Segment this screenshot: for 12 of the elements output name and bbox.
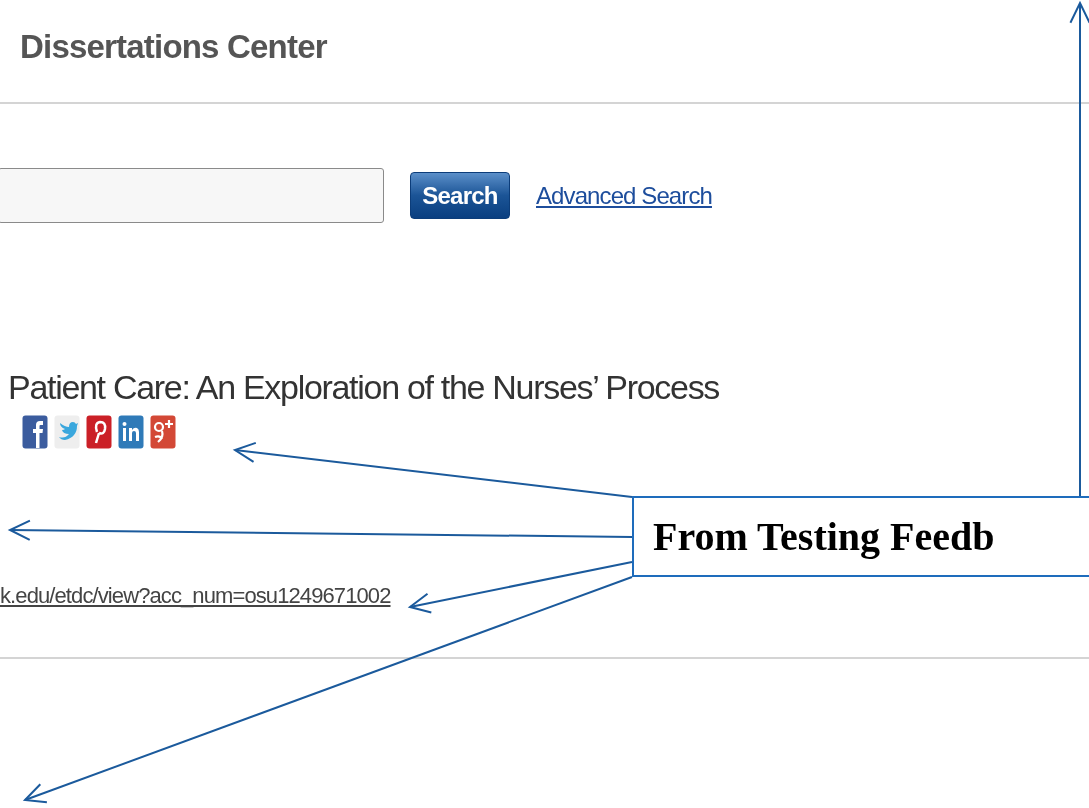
pinterest-icon[interactable] (86, 415, 112, 449)
twitter-icon[interactable] (54, 415, 80, 449)
site-title: Dissertations Center (20, 28, 327, 66)
google-plus-icon[interactable] (150, 415, 176, 449)
linkedin-icon[interactable] (118, 415, 144, 449)
facebook-icon[interactable] (22, 415, 48, 449)
search-button[interactable]: Search (410, 172, 510, 219)
advanced-search-link[interactable]: Advanced Search (536, 181, 712, 210)
record-url-link[interactable]: k.edu/etdc/view?acc_num=osu1249671002 (0, 583, 391, 609)
record-title: Patient Care: An Exploration of the Nurses’ Process (8, 368, 721, 407)
search-field[interactable] (0, 168, 384, 223)
callout-text: From Testing Feedb (653, 513, 995, 560)
